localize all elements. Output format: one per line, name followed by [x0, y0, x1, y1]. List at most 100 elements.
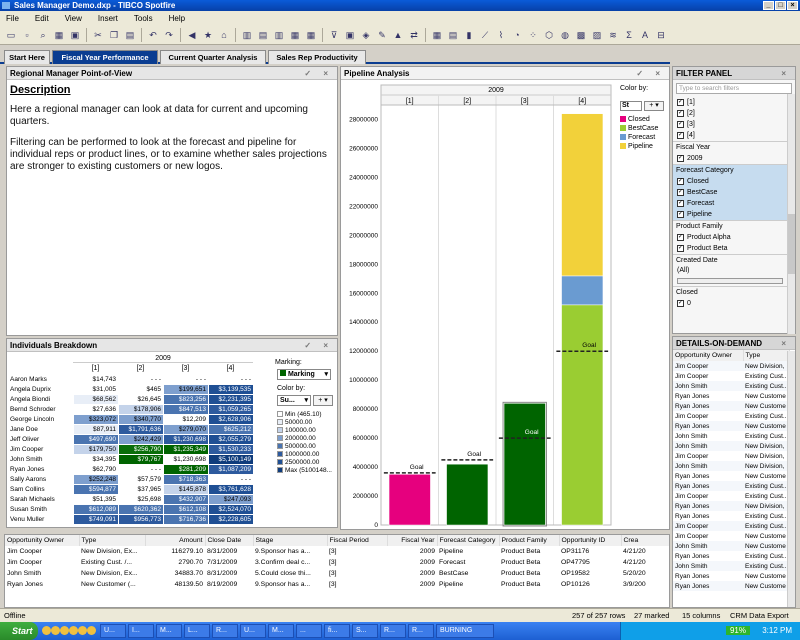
- table-column-header[interactable]: Opportunity ID: [559, 535, 622, 546]
- heatmap-row[interactable]: Angela Duprix $31,005 $465 $199,651 $3,139,5…: [7, 384, 254, 395]
- page-layout-icon[interactable]: ▥: [240, 28, 254, 42]
- filter-section-header[interactable]: Closed: [673, 286, 795, 298]
- taskbar-button[interactable]: U...: [240, 624, 266, 638]
- details-col-header[interactable]: Type: [743, 350, 790, 361]
- taskbar-button[interactable]: U...: [100, 624, 126, 638]
- taskbar-button[interactable]: R...: [408, 624, 434, 638]
- heatmap-cell[interactable]: $2,628,906: [208, 414, 254, 425]
- checkbox[interactable]: ✓: [677, 199, 684, 207]
- heatmap-cell[interactable]: $242,429: [118, 434, 164, 445]
- heatmap-cell[interactable]: $57,579: [118, 474, 164, 485]
- taskbar-button[interactable]: BURNING TASKS: [436, 624, 494, 638]
- 3d-scatter-icon[interactable]: ⬡: [542, 28, 556, 42]
- table-viz-icon[interactable]: ▦: [430, 28, 444, 42]
- bookmarks-icon[interactable]: ▲: [391, 28, 405, 42]
- filter-section-header[interactable]: Product Family: [673, 220, 795, 232]
- menu-edit[interactable]: Edit: [35, 14, 49, 23]
- details-row[interactable]: John Smith Existing Cust...: [673, 561, 789, 571]
- heatmap-cell[interactable]: - - -: [118, 374, 164, 385]
- heatmap-cell[interactable]: - - -: [208, 474, 254, 485]
- filter-icon[interactable]: ⊽: [327, 28, 341, 42]
- colorby-dropdown[interactable]: Su... ▾: [277, 395, 311, 406]
- heatmap-cell[interactable]: $51,395: [73, 494, 119, 505]
- filter-search-input[interactable]: Type to search filters: [676, 83, 792, 94]
- heatmap-cell[interactable]: - - -: [208, 374, 254, 385]
- heatmap-cell[interactable]: $1,230,698: [163, 454, 209, 465]
- details-row[interactable]: Ryan Jones Existing Cust...: [673, 511, 789, 521]
- heatmap-cell[interactable]: $178,906: [118, 404, 164, 415]
- details-row[interactable]: Ryan Jones New Custome: [673, 421, 789, 431]
- panel-controls[interactable]: ✓ ×: [304, 339, 333, 352]
- taskbar-button[interactable]: R...: [380, 624, 406, 638]
- heatmap-cell[interactable]: $956,773: [118, 514, 164, 525]
- heatmap-cell[interactable]: $179,750: [73, 444, 119, 455]
- details-table[interactable]: Opportunity Owner Type Jim Cooper New Div…: [673, 350, 790, 591]
- pipeline-legend-item[interactable]: Forecast: [620, 133, 670, 142]
- details-row[interactable]: Jim Cooper Existing Cust...: [673, 491, 789, 501]
- heatmap-cell[interactable]: $2,231,395: [208, 394, 254, 405]
- details-row[interactable]: John Smith New Custome: [673, 541, 789, 551]
- status-export[interactable]: CRM Data Export: [730, 609, 789, 622]
- heatmap-row[interactable]: Jeff Oliver $497,690 $242,429 $1,230,698 $2,…: [7, 434, 254, 445]
- heatmap-cell[interactable]: $1,791,636: [118, 424, 164, 435]
- heatmap-cell[interactable]: $340,770: [118, 414, 164, 425]
- details-row[interactable]: Ryan Jones New Custome: [673, 581, 789, 591]
- map-icon[interactable]: ◍: [558, 28, 572, 42]
- table-icon[interactable]: ▦: [304, 28, 318, 42]
- tab-fiscal-year-performance[interactable]: Fiscal Year Performance: [52, 50, 158, 64]
- heatmap-cell[interactable]: $14,743: [73, 374, 119, 385]
- panel-controls[interactable]: ✓ ×: [304, 67, 333, 80]
- pipeline-colorby-dropdown[interactable]: St: [620, 101, 642, 111]
- paste-icon[interactable]: ▤: [123, 28, 137, 42]
- quick-launch-icon[interactable]: [60, 626, 69, 635]
- details-row[interactable]: Ryan Jones New Division,: [673, 501, 789, 511]
- treemap-icon[interactable]: ▩: [574, 28, 588, 42]
- table-column-header[interactable]: Crea: [621, 535, 669, 546]
- heatmap-cell[interactable]: $749,091: [73, 514, 119, 525]
- heatmap-cell[interactable]: $87,911: [73, 424, 119, 435]
- line-chart-icon[interactable]: ⟋: [478, 28, 492, 42]
- back-icon[interactable]: ◀: [185, 28, 199, 42]
- parallel-icon[interactable]: ≋: [606, 28, 620, 42]
- details-row[interactable]: Jim Cooper Existing Cust...: [673, 521, 789, 531]
- taskbar-button[interactable]: ...: [296, 624, 322, 638]
- details-col-header[interactable]: Opportunity Owner: [673, 350, 744, 361]
- filter-checkbox-row[interactable]: ✓ Pipeline: [673, 209, 795, 220]
- details-scrollbar[interactable]: [787, 351, 795, 607]
- pie-chart-icon[interactable]: ◔: [510, 28, 524, 42]
- quick-launch-icon[interactable]: [51, 626, 60, 635]
- details-row[interactable]: John Smith Existing Cust...: [673, 381, 789, 391]
- heatmap-cell[interactable]: $68,562: [73, 394, 119, 405]
- pipeline-legend-item[interactable]: Closed: [620, 115, 670, 124]
- heatmap-row[interactable]: Susan Smith $612,089 $620,362 $612,108 $2,52…: [7, 504, 254, 515]
- heatmap-cell[interactable]: $625,212: [208, 424, 254, 435]
- heatmap-cell[interactable]: $34,395: [73, 454, 119, 465]
- heatmap-row[interactable]: Sam Collins $594,877 $37,965 $145,878 $3,761…: [7, 484, 254, 495]
- filter-section-header[interactable]: Created Date: [673, 254, 795, 266]
- menu-insert[interactable]: Insert: [98, 14, 118, 23]
- tag-icon[interactable]: ◈: [359, 28, 373, 42]
- table-column-header[interactable]: Opportunity Owner: [5, 535, 80, 546]
- heatmap-cell[interactable]: $1,235,349: [163, 444, 209, 455]
- quick-launch-icon[interactable]: [69, 626, 78, 635]
- table-row[interactable]: John Smith New Division, Ex... 34883.70 8/3…: [5, 568, 669, 579]
- details-row[interactable]: Ryan Jones New Custome: [673, 571, 789, 581]
- table-row[interactable]: Jim Cooper New Division, Ex... 116279.10 8/…: [5, 546, 669, 557]
- summary-icon[interactable]: Σ: [622, 28, 636, 42]
- heatmap-row[interactable]: John Smith $34,395 $79,767 $1,230,698 $5,100…: [7, 454, 254, 465]
- filter-checkbox-row[interactable]: ✓ [3]: [673, 119, 795, 130]
- bar-chart-icon[interactable]: ▮: [462, 28, 476, 42]
- close-button[interactable]: ×: [787, 1, 798, 10]
- menu-file[interactable]: File: [6, 14, 19, 23]
- undo-icon[interactable]: ↶: [146, 28, 160, 42]
- close-icon[interactable]: ×: [781, 67, 791, 80]
- details-row[interactable]: Ryan Jones New Custome: [673, 401, 789, 411]
- table-column-header[interactable]: Close Date: [205, 535, 254, 546]
- heatmap-cell[interactable]: $823,256: [163, 394, 209, 405]
- heatmap-cell[interactable]: $62,790: [73, 464, 119, 475]
- heatmap-cell[interactable]: $252,248: [73, 474, 119, 485]
- heatmap-cell[interactable]: $199,651: [163, 384, 209, 395]
- heatmap-cell[interactable]: $2,055,279: [208, 434, 254, 445]
- heatmap-cell[interactable]: $612,089: [73, 504, 119, 515]
- arrows-icon[interactable]: ⇄: [407, 28, 421, 42]
